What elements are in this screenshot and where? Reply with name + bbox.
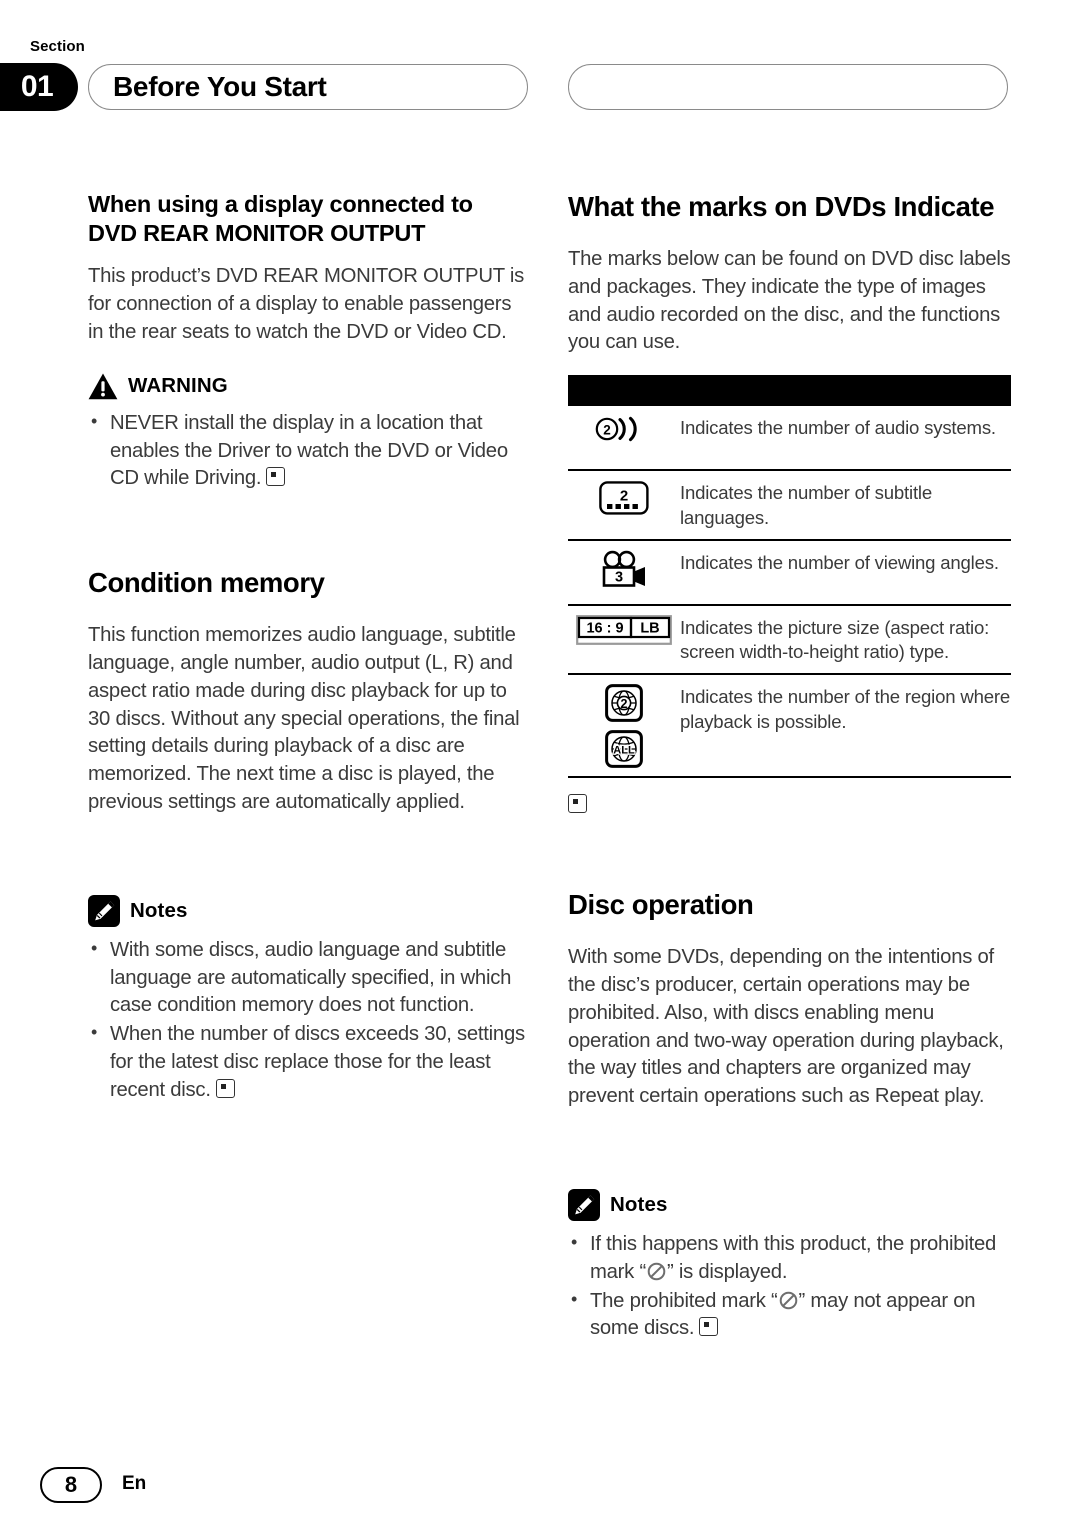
warning-triangle-icon — [88, 373, 118, 400]
dvd-marks-intro-paragraph: The marks below can be found on DVD disc… — [568, 248, 1011, 354]
end-of-section-mark-icon — [266, 467, 286, 487]
display-connection-paragraph: This product’s DVD REAR MONITOR OUTPUT i… — [88, 265, 525, 343]
viewing-angles-mark-value: 3 — [615, 569, 623, 585]
dvd-marks-heading: What the marks on DVDs Indicate — [568, 191, 995, 222]
page-number: 8 — [40, 1467, 102, 1503]
table-row: 2 ALL Indicates the number of the region… — [568, 675, 1011, 779]
table-row: 3 Indicates the number of viewing angles… — [568, 541, 1011, 606]
notes-bullet-text-after-1: ” is displayed. — [666, 1260, 788, 1283]
end-of-section-mark-icon — [699, 1317, 719, 1337]
display-connection-heading-line2: DVD REAR MONITOR OUTPUT — [88, 219, 426, 246]
language-code: En — [122, 1473, 147, 1494]
header-pill-right — [568, 64, 1008, 110]
warning-callout: WARNING — [88, 373, 531, 400]
region-code-mark-value: 2 — [621, 697, 628, 711]
section-number-badge: 01 — [0, 63, 78, 111]
end-of-section-mark-icon — [215, 1078, 235, 1098]
aspect-ratio-mark-icon: 16 : 9 LB — [568, 613, 680, 645]
notes-label-left: Notes — [130, 898, 188, 922]
header-pill-left: Before You Start — [88, 64, 528, 110]
aspect-ratio-mark-value: 16 : 9 — [586, 620, 623, 636]
page-header: Section 01 Before You Start — [0, 0, 1080, 150]
list-item: The prohibited mark “” may not appear on… — [568, 1287, 1011, 1344]
condition-memory-paragraph: This function memorizes audio language, … — [88, 624, 520, 813]
warning-bullet-text: NEVER install the display in a location … — [110, 411, 508, 490]
prohibited-mark-icon — [779, 1291, 798, 1310]
dvd-marks-table-header-bar — [568, 375, 1011, 407]
pencil-note-icon — [568, 1189, 600, 1222]
list-item: If this happens with this product, the p… — [568, 1230, 1011, 1287]
end-of-section-mark-icon — [568, 794, 587, 814]
subtitle-languages-mark-value: 2 — [620, 488, 628, 505]
display-connection-heading-line1: When using a display connected to — [88, 191, 473, 217]
notes-callout-right: Notes — [568, 1189, 1011, 1222]
table-row: 2 Indicates the number of audio systems. — [568, 406, 1011, 472]
dvd-marks-table: 2 Indicates the number of audio systems.… — [568, 375, 1011, 779]
audio-systems-mark-value: 2 — [603, 423, 611, 438]
region-code-mark-icon: 2 ALL — [568, 682, 680, 769]
list-item: When the number of discs exceeds 30, set… — [88, 1020, 531, 1104]
condition-memory-heading: Condition memory — [88, 567, 325, 599]
table-cell-description: Indicates the number of the region where… — [680, 686, 1010, 732]
disc-operation-paragraph: With some DVDs, depending on the intenti… — [568, 946, 1004, 1108]
table-cell-description: Indicates the number of subtitle languag… — [680, 482, 932, 528]
aspect-ratio-mark-value-2: LB — [640, 620, 659, 636]
notes-bullet-text-before-2: The prohibited mark “ — [590, 1289, 778, 1312]
audio-systems-mark-icon: 2 — [568, 413, 680, 443]
left-column: When using a display connected to DVD RE… — [88, 190, 531, 1106]
list-item: NEVER install the display in a location … — [88, 409, 531, 493]
list-item: With some discs, audio language and subt… — [88, 936, 531, 1020]
table-cell-description: Indicates the picture size (aspect ratio… — [680, 616, 990, 663]
page-footer: 8 En — [0, 1467, 1080, 1511]
table-cell-description: Indicates the number of audio systems. — [680, 417, 996, 439]
region-code-mark-value-2: ALL — [613, 745, 635, 757]
display-connection-heading: When using a display connected to DVD RE… — [88, 190, 531, 247]
notes-bullet-text-1: With some discs, audio language and subt… — [110, 938, 512, 1017]
table-row: 16 : 9 LB Indicates the picture size (as… — [568, 606, 1011, 676]
page-title: Before You Start — [113, 71, 327, 102]
warning-bullet-list: NEVER install the display in a location … — [88, 409, 531, 493]
notes-label-right: Notes — [610, 1193, 668, 1217]
pencil-note-icon — [88, 894, 120, 927]
prohibited-mark-icon — [647, 1262, 666, 1281]
notes-callout-left: Notes — [88, 894, 531, 927]
disc-operation-heading: Disc operation — [568, 889, 754, 921]
viewing-angles-camera-mark-icon: 3 — [568, 548, 680, 590]
notes-bullet-list-left: With some discs, audio language and subt… — [88, 936, 531, 1105]
right-column: What the marks on DVDs Indicate The mark… — [568, 190, 1011, 1344]
notes-bullet-list-right: If this happens with this product, the p… — [568, 1230, 1011, 1344]
subtitle-languages-mark-icon: 2 — [568, 478, 680, 516]
table-row: 2 Indicates the number of subtitle langu… — [568, 471, 1011, 541]
section-word: Section — [30, 38, 85, 55]
table-cell-description: Indicates the number of viewing angles. — [680, 551, 999, 573]
warning-label: WARNING — [128, 374, 228, 398]
notes-bullet-text-2: When the number of discs exceeds 30, set… — [110, 1023, 525, 1101]
